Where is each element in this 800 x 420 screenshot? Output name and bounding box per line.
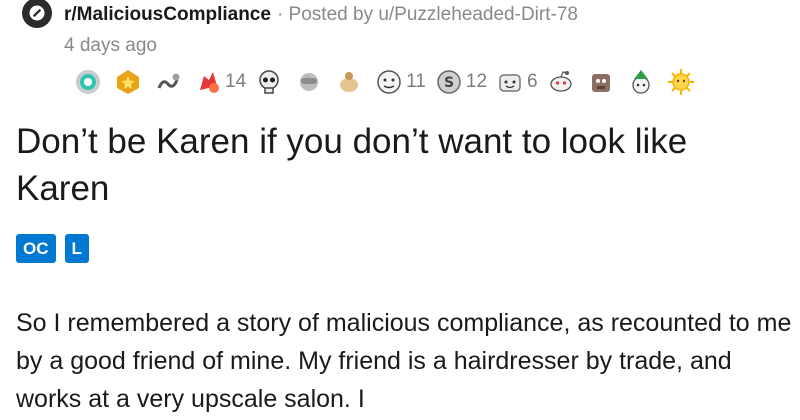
oc-flair[interactable]: OC — [16, 234, 56, 263]
award-count: 14 — [225, 71, 247, 92]
award-count: 11 — [406, 71, 426, 92]
award-gold[interactable] — [114, 68, 145, 96]
post-timestamp[interactable]: 4 days ago — [64, 35, 157, 57]
svg-text:S: S — [444, 75, 454, 91]
award-bravo[interactable] — [335, 68, 366, 96]
skull-award-icon — [255, 68, 283, 96]
award-count: 12 — [465, 71, 488, 92]
sun-award-icon — [667, 68, 695, 96]
take-my-energy-award-icon — [194, 68, 222, 96]
award-face[interactable]: 11 — [375, 68, 426, 96]
award-snek[interactable] — [154, 68, 185, 96]
awards-row[interactable]: 14 11 S 12 6 — [74, 62, 707, 102]
dog-award-icon — [587, 68, 615, 96]
face-award-icon — [375, 68, 403, 96]
award-snoo[interactable] — [547, 68, 578, 96]
award-wholesome[interactable]: 6 — [496, 68, 538, 96]
bravo-award-icon — [335, 68, 363, 96]
award-dog[interactable] — [587, 68, 618, 96]
award-sun[interactable] — [667, 68, 698, 96]
posted-by-link[interactable]: · Posted by u/Puzzleheaded-Dirt-78 — [277, 4, 578, 26]
tree-hug-award-icon — [627, 68, 655, 96]
award-count: 6 — [527, 71, 538, 92]
post-title[interactable]: Don’t be Karen if you don’t want to look… — [16, 118, 786, 212]
award-skull[interactable] — [255, 68, 286, 96]
gold-medal-award-icon — [114, 68, 142, 96]
snek-award-icon — [154, 68, 182, 96]
length-flair[interactable]: L — [64, 234, 89, 263]
award-energy[interactable]: 14 — [194, 68, 246, 96]
wholesome-award-icon — [496, 68, 524, 96]
snoo-award-icon — [547, 68, 575, 96]
facepalm-award-icon — [295, 68, 323, 96]
helpful-award-icon — [74, 68, 102, 96]
award-helpful[interactable] — [74, 68, 105, 96]
post-flairs: OC L — [16, 234, 98, 263]
post-body: So I remembered a story of malicious com… — [16, 309, 792, 413]
award-facepalm[interactable] — [295, 68, 326, 96]
post-header: r/MaliciousCompliance · Posted by u/Puzz… — [22, 0, 578, 30]
subreddit-icon[interactable] — [22, 0, 52, 28]
award-tree-hug[interactable] — [627, 68, 658, 96]
subreddit-link[interactable]: r/MaliciousCompliance — [64, 4, 271, 26]
award-silver-coin[interactable]: S 12 — [435, 68, 487, 96]
silver-coin-award-icon: S — [435, 68, 463, 96]
